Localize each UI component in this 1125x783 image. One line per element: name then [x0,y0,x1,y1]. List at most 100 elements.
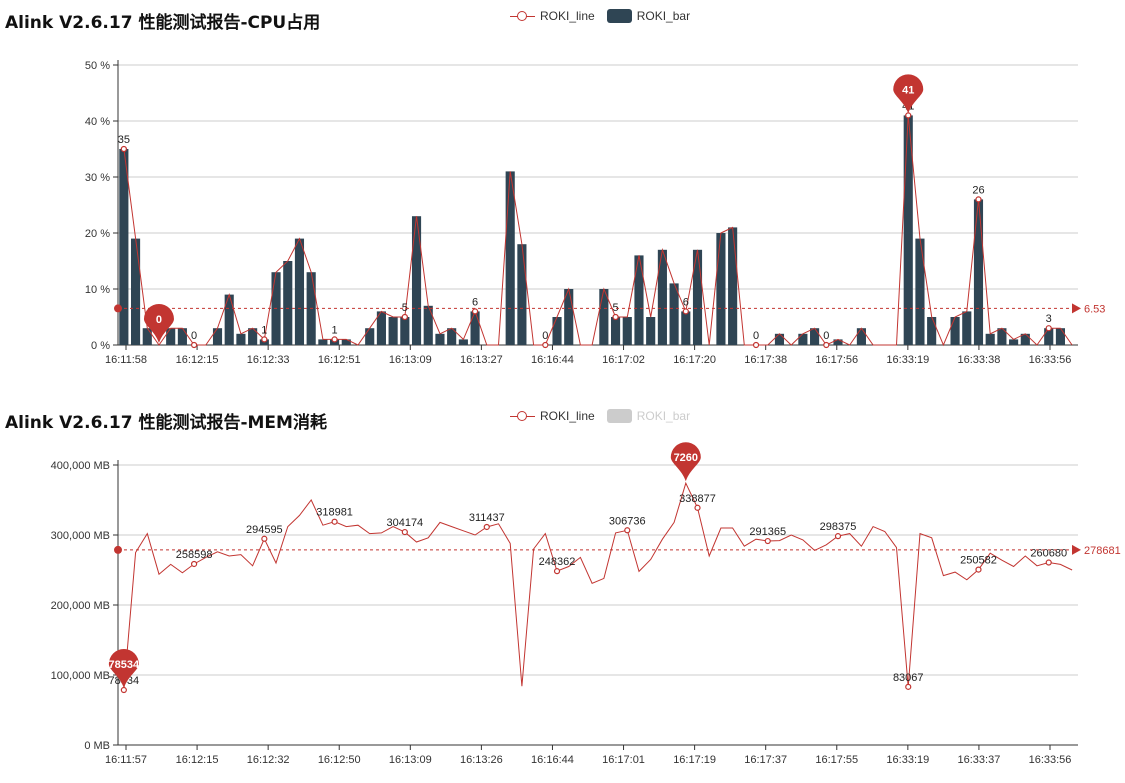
bar [716,233,726,345]
x-tick-label: 16:12:51 [318,354,361,366]
bar [177,328,187,345]
bar [915,238,925,345]
x-tick-label: 16:17:38 [744,354,787,366]
data-point [624,527,631,534]
x-tick-label: 16:17:37 [744,754,787,766]
bar [283,261,293,345]
bar [973,199,984,345]
data-point [261,336,268,343]
bar [646,317,656,345]
cpu-chart-panel: Alink V2.6.17 性能测试报告-CPU占用 ROKI_line ROK… [0,0,1125,392]
data-point [190,560,198,568]
bar [798,333,808,345]
data-label: 338877 [679,493,716,505]
bar [610,317,621,345]
x-tick-label: 16:17:02 [602,354,645,366]
x-tick-label: 16:33:37 [958,754,1001,766]
x-tick-label: 16:12:33 [247,354,290,366]
x-tick-label: 16:16:44 [531,754,574,766]
y-tick-label: 40 % [85,116,110,128]
series-line [123,481,1073,691]
bar [622,317,632,345]
x-tick-label: 16:12:32 [247,754,290,766]
bar [552,317,562,345]
bar [634,255,644,345]
data-label: 0 [542,330,548,342]
data-label: 248362 [539,556,576,568]
y-tick-label: 50 % [85,60,110,72]
data-label: 258598 [176,549,213,561]
bar [1055,328,1066,345]
data-point [612,313,619,321]
x-tick-label: 16:12:15 [176,354,219,366]
data-point [975,566,982,573]
marker-pin-label: 41 [902,84,914,96]
data-point [331,336,338,343]
bar [657,249,667,345]
y-tick-label: 0 MB [84,740,110,752]
x-tick-label: 16:11:58 [105,354,147,366]
y-tick-label: 200,000 MB [51,600,110,612]
x-tick-label: 16:13:09 [389,354,432,366]
bar [224,294,234,345]
data-point [483,523,490,531]
data-point [331,518,338,525]
x-tick-label: 16:33:56 [1029,754,1072,766]
cpu-plot-area: 0 % 10 % 20 % 30 % 40 % 50 % 16:11:58 16:12:15 1… [85,60,1105,366]
bar [1009,339,1019,345]
x-tick-label: 16:17:01 [602,754,645,766]
y-tick-label: 20 % [85,228,110,240]
data-label: 0 [753,330,759,342]
data-label: 0 [823,330,829,342]
data-label: 318981 [316,507,353,519]
bar [833,339,843,345]
x-tick-label: 16:33:19 [886,754,929,766]
bar [669,283,679,345]
bar [411,216,422,345]
data-label: 1 [332,324,338,336]
marker-pin-label: 78534 [109,659,140,671]
bar [318,339,328,345]
marker-pin-label: 7260 [674,452,698,464]
bar [985,333,995,345]
data-label: 6 [683,296,689,308]
data-label: 304174 [386,517,423,529]
data-point [905,112,912,119]
data-label: 83067 [893,672,924,684]
bar [458,339,468,345]
x-tick-label: 16:13:27 [460,354,503,366]
x-tick-label: 16:17:55 [815,754,858,766]
y-tick-label: 30 % [85,172,110,184]
data-point [553,568,561,575]
x-tick-label: 16:33:38 [958,354,1001,366]
bar [142,328,152,345]
data-label: 260680 [1030,548,1067,560]
y-tick-label: 0 % [91,340,110,352]
series-line [123,115,1073,347]
data-label: 294595 [246,524,283,536]
bar [423,305,433,345]
bar [400,317,410,345]
data-point [401,528,408,536]
data-label: 35 [118,134,130,146]
average-line-arrow [1072,544,1081,555]
data-label: 298375 [820,521,857,533]
data-point [120,145,127,153]
bar [517,244,527,345]
data-point [905,683,912,690]
data-point [823,341,830,349]
data-point [834,533,842,540]
data-point [471,308,479,315]
mem-plot-area: 0 MB 100,000 MB 200,000 MB 300,000 MB 400,00… [51,442,1121,766]
x-tick-label: 16:17:20 [673,354,716,366]
bar [810,328,820,345]
x-tick-label: 16:12:15 [176,754,219,766]
x-tick-label: 16:12:50 [318,754,361,766]
bar [236,333,246,345]
y-tick-label: 10 % [85,284,110,296]
bar [341,339,351,345]
data-point [1045,559,1052,566]
data-point [190,341,198,349]
x-tick-label: 16:11:57 [105,754,147,766]
y-tick-label: 400,000 MB [51,460,110,472]
